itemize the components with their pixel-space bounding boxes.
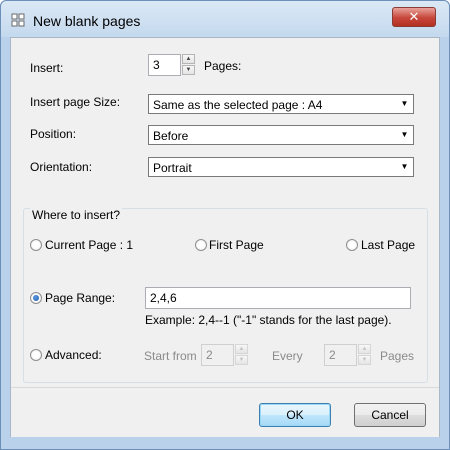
insert-label: Insert:: [30, 61, 64, 75]
dialog-footer: OK Cancel: [11, 387, 439, 437]
spin-down-icon[interactable]: ▼: [182, 65, 195, 75]
spin-down-icon[interactable]: ▼: [358, 355, 371, 365]
orientation-value: Portrait: [153, 161, 192, 175]
insert-count-input[interactable]: 3: [148, 54, 181, 76]
chevron-down-icon: ▼: [400, 99, 409, 108]
page-range-radio[interactable]: [30, 292, 42, 304]
close-button[interactable]: ✕: [392, 7, 436, 27]
close-icon: ✕: [408, 9, 420, 25]
start-from-label: Start from: [144, 349, 197, 363]
page-size-select[interactable]: Same as the selected page : A4 ▼: [148, 94, 414, 114]
every-input[interactable]: 2: [324, 344, 357, 366]
current-page-label[interactable]: Current Page : 1: [45, 238, 133, 252]
chevron-down-icon: ▼: [400, 162, 409, 171]
cancel-button[interactable]: Cancel: [354, 403, 426, 427]
page-range-input[interactable]: 2,4,6: [145, 287, 411, 309]
last-page-label[interactable]: Last Page: [361, 238, 415, 252]
position-value: Before: [153, 129, 189, 143]
where-to-insert-title: Where to insert?: [30, 208, 123, 222]
dialog-body: Insert: 3 ▲ ▼ Pages: Insert page Size: S…: [10, 37, 440, 437]
pages-suffix-label: Pages:: [204, 59, 242, 73]
radio-selected-dot: [33, 295, 39, 301]
page-size-label: Insert page Size:: [30, 95, 121, 109]
advanced-label[interactable]: Advanced:: [45, 348, 102, 362]
position-select[interactable]: Before ▼: [148, 125, 414, 145]
every-spinner: ▲ ▼: [358, 344, 371, 365]
ok-button[interactable]: OK: [259, 403, 331, 427]
page-range-label[interactable]: Page Range:: [45, 291, 115, 305]
orientation-label: Orientation:: [30, 160, 93, 174]
chevron-down-icon: ▼: [400, 130, 409, 139]
first-page-label[interactable]: First Page: [209, 238, 264, 252]
page-size-value: Same as the selected page : A4: [153, 98, 323, 112]
dialog-window: New blank pages ✕ Insert: 3 ▲ ▼ Pages: I…: [0, 0, 450, 450]
title-bar[interactable]: New blank pages ✕: [1, 1, 449, 37]
start-from-input[interactable]: 2: [201, 344, 234, 366]
advanced-radio[interactable]: [30, 349, 42, 361]
insert-count-spinner: ▲ ▼: [182, 54, 195, 75]
start-from-spinner: ▲ ▼: [235, 344, 248, 365]
pages-label: Pages: [380, 349, 415, 363]
spin-up-icon[interactable]: ▲: [182, 54, 195, 64]
last-page-radio[interactable]: [346, 239, 358, 251]
spin-up-icon[interactable]: ▲: [358, 344, 371, 354]
every-label: Every: [272, 349, 303, 363]
first-page-radio[interactable]: [195, 239, 207, 251]
spin-up-icon[interactable]: ▲: [235, 344, 248, 354]
position-label: Position:: [30, 127, 77, 141]
current-page-radio[interactable]: [30, 239, 42, 251]
spin-down-icon[interactable]: ▼: [235, 355, 248, 365]
new-pages-icon: [11, 13, 25, 27]
orientation-select[interactable]: Portrait ▼: [148, 157, 414, 177]
page-range-example: Example: 2,4--1 ("-1" stands for the las…: [145, 313, 392, 327]
window-title: New blank pages: [33, 13, 141, 29]
